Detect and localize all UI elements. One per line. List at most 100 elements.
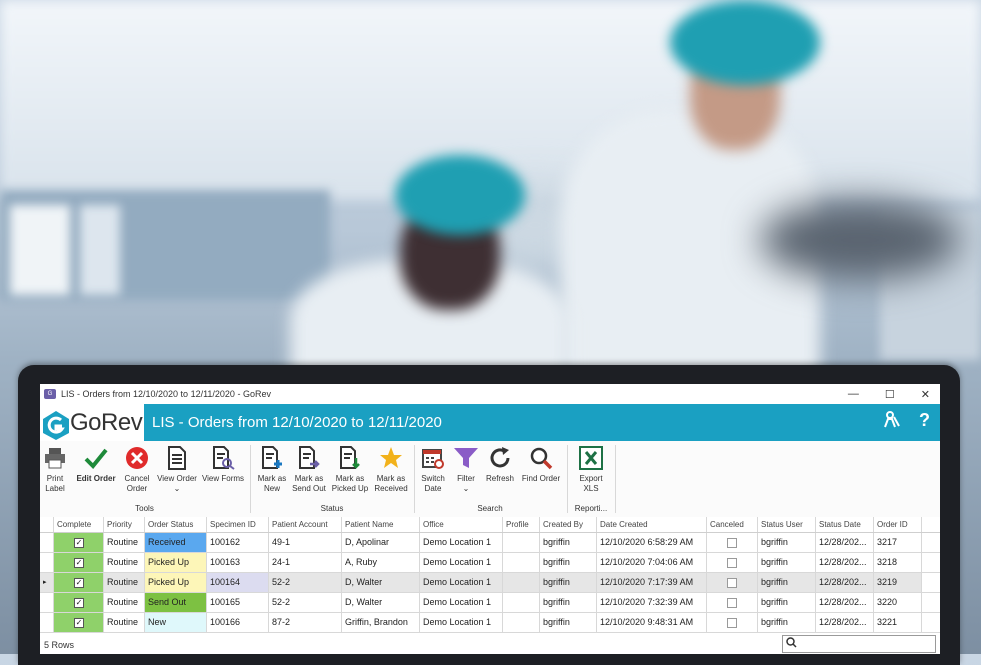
name-cell[interactable]: D, Apolinar [342,533,420,552]
priority-cell[interactable]: Routine [104,573,145,592]
specimen-cell[interactable]: 100164 [207,573,269,592]
table-row[interactable]: ✓ Routine New 100166 87-2 Griffin, Brandon Dem… [40,613,940,633]
table-row[interactable]: ▸ ✓ Routine Picked Up 100164 52-2 D, Walter Dem… [40,573,940,593]
complete-checkbox[interactable]: ✓ [74,558,84,568]
status-date-cell[interactable]: 12/28/202... [816,613,874,632]
column-header-order-status[interactable]: Order Status [145,517,207,532]
status-user-cell[interactable]: bgriffin [758,573,816,592]
order-id-cell[interactable]: 3217 [874,533,922,552]
export-xls-button[interactable]: Export XLS [572,445,610,494]
column-header-specimen-id[interactable]: Specimen ID [207,517,269,532]
cancel-order-button[interactable]: Cancel Order [122,445,152,494]
priority-cell[interactable]: Routine [104,553,145,572]
date-created-cell[interactable]: 12/10/2020 7:32:39 AM [597,593,707,612]
account-cell[interactable]: 87-2 [269,613,342,632]
date-created-cell[interactable]: 12/10/2020 6:58:29 AM [597,533,707,552]
profile-cell[interactable] [503,553,540,572]
minimize-button[interactable]: — [848,388,859,400]
table-row[interactable]: ✓ Routine Picked Up 100163 24-1 A, Ruby Demo L… [40,553,940,573]
canceled-checkbox[interactable] [727,598,737,608]
mark-received-button[interactable]: Mark as Received [372,445,410,494]
account-cell[interactable]: 24-1 [269,553,342,572]
search-input[interactable] [782,635,936,653]
order-id-cell[interactable]: 3219 [874,573,922,592]
help-icon[interactable]: ? [919,410,930,433]
canceled-checkbox[interactable] [727,578,737,588]
profile-cell[interactable] [503,573,540,592]
complete-checkbox[interactable]: ✓ [74,578,84,588]
office-cell[interactable]: Demo Location 1 [420,533,503,552]
name-cell[interactable]: D, Walter [342,573,420,592]
date-created-cell[interactable]: 12/10/2020 7:17:39 AM [597,573,707,592]
column-header-priority[interactable]: Priority [104,517,145,532]
filter-button[interactable]: Filter ⌄ [450,445,482,494]
column-header-status-user[interactable]: Status User [758,517,816,532]
complete-cell[interactable]: ✓ [54,613,104,632]
profile-cell[interactable] [503,533,540,552]
column-header-complete[interactable]: Complete [54,517,104,532]
column-header-patient-name[interactable]: Patient Name [342,517,420,532]
column-header-canceled[interactable]: Canceled [707,517,758,532]
mark-pickedup-button[interactable]: Mark as Picked Up [330,445,370,494]
mark-sendout-button[interactable]: Mark as Send Out [290,445,328,494]
canceled-cell[interactable] [707,593,758,612]
order-id-cell[interactable]: 3220 [874,593,922,612]
priority-cell[interactable]: Routine [104,533,145,552]
canceled-checkbox[interactable] [727,618,737,628]
complete-cell[interactable]: ✓ [54,573,104,592]
complete-cell[interactable]: ✓ [54,553,104,572]
specimen-cell[interactable]: 100165 [207,593,269,612]
order-id-cell[interactable]: 3218 [874,553,922,572]
status-date-cell[interactable]: 12/28/202... [816,553,874,572]
column-header-order-id[interactable]: Order ID [874,517,922,532]
name-cell[interactable]: A, Ruby [342,553,420,572]
created-by-cell[interactable]: bgriffin [540,613,597,632]
profile-cell[interactable] [503,613,540,632]
specimen-cell[interactable]: 100162 [207,533,269,552]
canceled-cell[interactable] [707,553,758,572]
column-header-patient-account[interactable]: Patient Account [269,517,342,532]
users-icon[interactable] [883,410,901,433]
canceled-cell[interactable] [707,613,758,632]
status-user-cell[interactable]: bgriffin [758,553,816,572]
print-label-button[interactable]: Print Label [42,445,68,494]
office-cell[interactable]: Demo Location 1 [420,613,503,632]
specimen-cell[interactable]: 100166 [207,613,269,632]
status-cell[interactable]: Received [145,533,207,552]
office-cell[interactable]: Demo Location 1 [420,553,503,572]
find-order-button[interactable]: Find Order [519,445,563,484]
table-row[interactable]: ✓ Routine Send Out 100165 52-2 D, Walter Demo … [40,593,940,613]
status-user-cell[interactable]: bgriffin [758,533,816,552]
name-cell[interactable]: D, Walter [342,593,420,612]
account-cell[interactable]: 52-2 [269,593,342,612]
column-header-profile[interactable]: Profile [503,517,540,532]
view-forms-button[interactable]: View Forms [201,445,245,484]
close-button[interactable]: ✕ [921,388,930,401]
complete-cell[interactable]: ✓ [54,533,104,552]
date-created-cell[interactable]: 12/10/2020 9:48:31 AM [597,613,707,632]
status-date-cell[interactable]: 12/28/202... [816,533,874,552]
office-cell[interactable]: Demo Location 1 [420,593,503,612]
status-cell[interactable]: Picked Up [145,553,207,572]
created-by-cell[interactable]: bgriffin [540,553,597,572]
table-row[interactable]: ✓ Routine Received 100162 49-1 D, Apolinar Dem… [40,533,940,553]
canceled-cell[interactable] [707,533,758,552]
column-header-date-created[interactable]: Date Created [597,517,707,532]
complete-checkbox[interactable]: ✓ [74,598,84,608]
account-cell[interactable]: 52-2 [269,573,342,592]
profile-cell[interactable] [503,593,540,612]
status-date-cell[interactable]: 12/28/202... [816,573,874,592]
office-cell[interactable]: Demo Location 1 [420,573,503,592]
column-header-created-by[interactable]: Created By [540,517,597,532]
specimen-cell[interactable]: 100163 [207,553,269,572]
canceled-cell[interactable] [707,573,758,592]
status-user-cell[interactable]: bgriffin [758,613,816,632]
column-header-status-date[interactable]: Status Date [816,517,874,532]
created-by-cell[interactable]: bgriffin [540,533,597,552]
edit-order-button[interactable]: Edit Order [73,445,119,484]
order-id-cell[interactable]: 3221 [874,613,922,632]
priority-cell[interactable]: Routine [104,593,145,612]
maximize-button[interactable]: ☐ [885,388,895,401]
view-order-button[interactable]: View Order ⌄ [155,445,199,494]
complete-checkbox[interactable]: ✓ [74,538,84,548]
